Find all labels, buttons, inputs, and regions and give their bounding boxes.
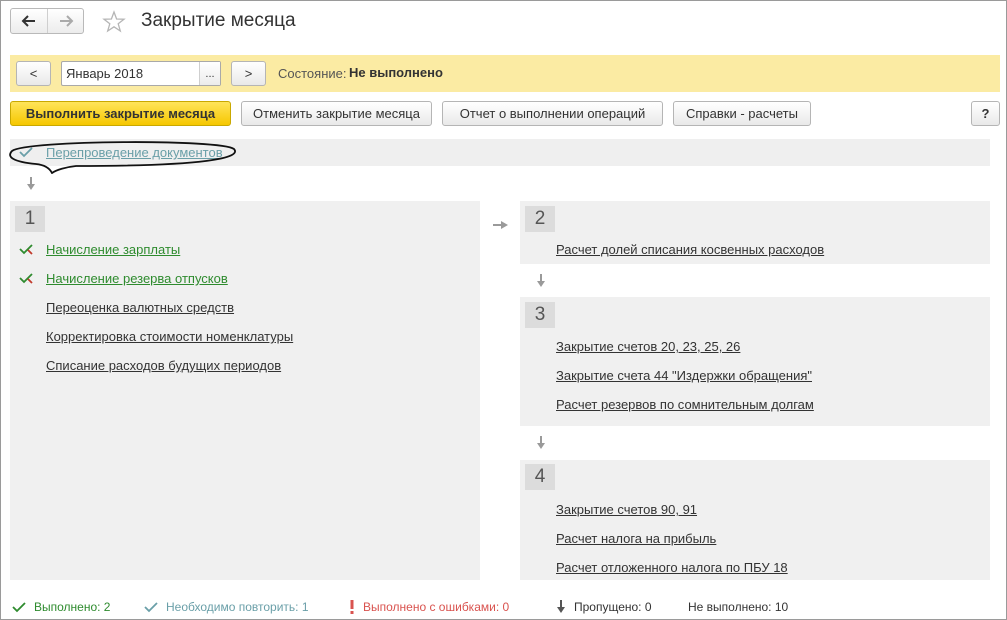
stage-1-number: 1 — [15, 206, 45, 232]
state-label: Состояние: — [278, 66, 347, 81]
check-edit-icon — [19, 273, 33, 284]
stage-2-item-link[interactable]: Расчет долей списания косвенных расходов — [556, 242, 824, 257]
page-title: Закрытие месяца — [141, 10, 296, 31]
legend-not-done: Не выполнено: 10 — [688, 598, 788, 616]
stage-3-item-link[interactable]: Расчет резервов по сомнительным долгам — [556, 397, 814, 412]
stage-1-item-link[interactable]: Начисление зарплаты — [46, 242, 180, 257]
legend-skipped: Пропущено: 0 — [556, 598, 652, 616]
flow-arrow-down-icon — [537, 274, 545, 287]
legend-done-label: Выполнено: 2 — [34, 600, 111, 614]
arrow-right-icon — [59, 15, 73, 27]
state-value: Не выполнено — [349, 65, 443, 80]
legend-errors: Выполнено с ошибками: 0 — [349, 598, 509, 616]
stage-1-item-link[interactable]: Списание расходов будущих периодов — [46, 358, 281, 373]
arrow-down-icon — [557, 600, 565, 613]
flow-arrow-down-icon — [27, 177, 35, 190]
help-button[interactable]: ? — [971, 101, 1000, 126]
stage-1-item-link[interactable]: Корректировка стоимости номенклатуры — [46, 329, 293, 344]
legend-done: Выполнено: 2 — [12, 598, 110, 616]
prev-period-button[interactable]: < — [16, 61, 51, 86]
history-nav — [10, 8, 84, 34]
period-input[interactable] — [62, 62, 200, 85]
legend-repeat: Необходимо повторить: 1 — [144, 598, 309, 616]
calculations-button[interactable]: Справки - расчеты — [673, 101, 811, 126]
period-field: ... — [61, 61, 221, 86]
legend-not-done-label: Не выполнено: 10 — [688, 600, 789, 614]
cancel-close-month-button[interactable]: Отменить закрытие месяца — [241, 101, 432, 126]
back-button[interactable] — [11, 9, 47, 33]
check-icon — [12, 602, 26, 613]
stage-4-number: 4 — [525, 464, 555, 490]
legend-skipped-label: Пропущено: 0 — [574, 600, 652, 614]
stage-3-item-link[interactable]: Закрытие счета 44 "Издержки обращения" — [556, 368, 812, 383]
stage-4-item-link[interactable]: Расчет отложенного налога по ПБУ 18 — [556, 560, 788, 575]
stage-1-item-link[interactable]: Переоценка валютных средств — [46, 300, 234, 315]
favorite-button[interactable] — [101, 9, 127, 35]
stage-4-item-link[interactable]: Закрытие счетов 90, 91 — [556, 502, 697, 517]
check-edit-icon — [19, 244, 33, 255]
period-picker-button[interactable]: ... — [199, 62, 220, 85]
check-icon — [144, 602, 158, 613]
flow-arrow-right-icon — [493, 221, 508, 229]
run-close-month-button[interactable]: Выполнить закрытие месяца — [10, 101, 231, 126]
legend-errors-label: Выполнено с ошибками: 0 — [363, 600, 510, 614]
highlight-ellipse — [9, 141, 236, 174]
arrow-left-icon — [21, 15, 35, 27]
stage-1-item-link[interactable]: Начисление резерва отпусков — [46, 271, 228, 286]
stage-2-number: 2 — [525, 206, 555, 232]
stage-3-number: 3 — [525, 302, 555, 328]
star-icon — [102, 10, 126, 33]
stage-1-panel — [10, 201, 480, 580]
next-period-button[interactable]: > — [231, 61, 266, 86]
forward-button[interactable] — [47, 9, 83, 33]
stage-3-item-link[interactable]: Закрытие счетов 20, 23, 25, 26 — [556, 339, 740, 354]
exclamation-icon — [350, 600, 354, 614]
flow-arrow-down-icon — [537, 436, 545, 449]
stage-4-item-link[interactable]: Расчет налога на прибыль — [556, 531, 716, 546]
operations-report-button[interactable]: Отчет о выполнении операций — [442, 101, 663, 126]
legend-repeat-label: Необходимо повторить: 1 — [166, 600, 309, 614]
